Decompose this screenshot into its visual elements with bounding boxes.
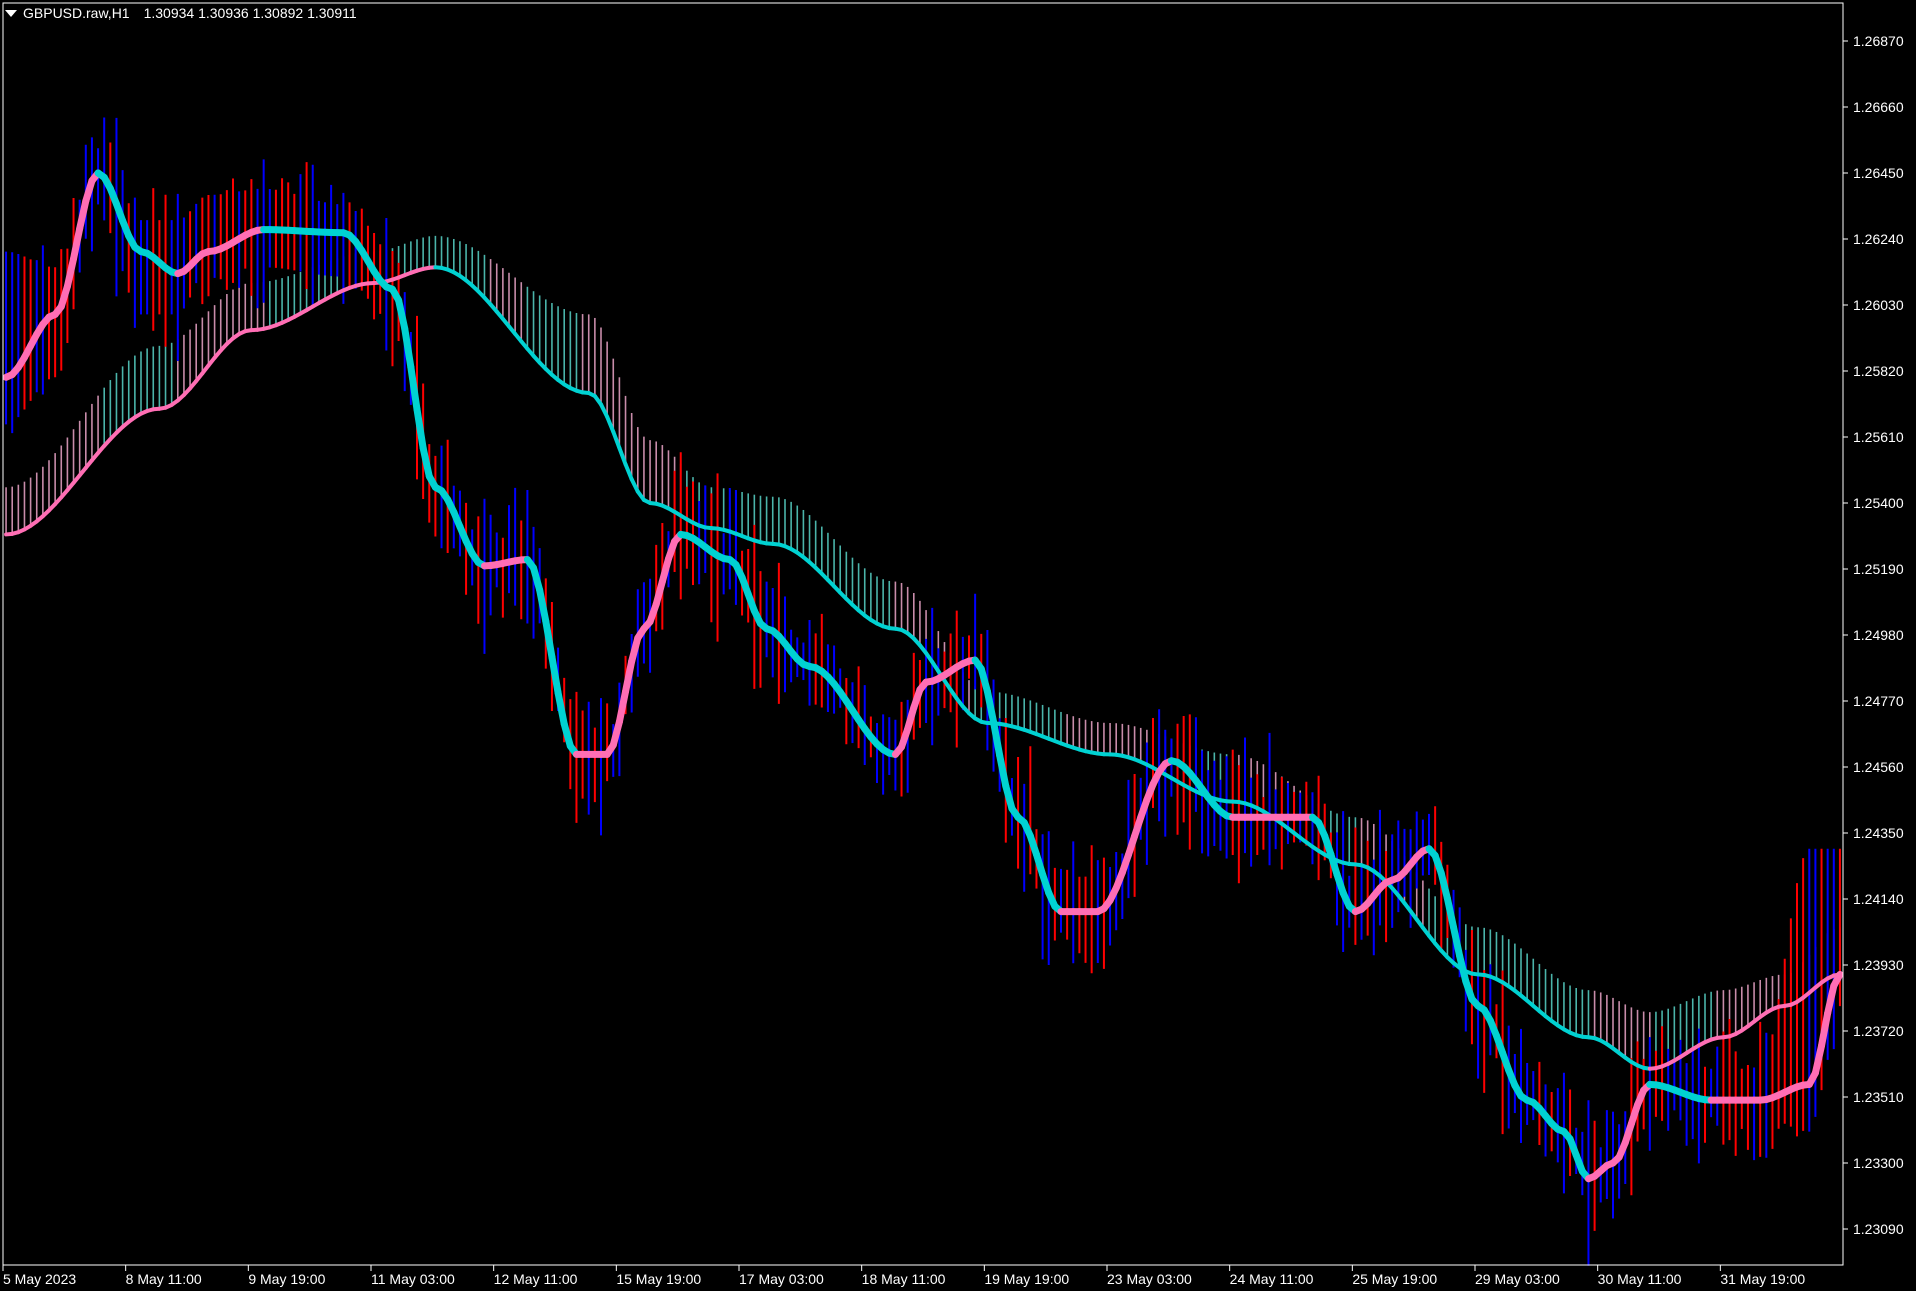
price-tick-label: 1.23090 [1853,1221,1904,1237]
price-tick-label: 1.24980 [1853,627,1904,643]
price-tick-label: 1.24560 [1853,759,1904,775]
slow-ma-segment [599,402,610,419]
ohlc-quotes: 1.30934 1.30936 1.30892 1.30911 [143,5,357,21]
time-tick-label: 9 May 19:00 [248,1271,325,1287]
time-tick-label: 15 May 19:00 [616,1271,701,1287]
time-tick-label: 8 May 11:00 [126,1271,202,1287]
slow-ma-segment [629,477,640,494]
chart-header: GBPUSD.raw,H1 1.30934 1.30936 1.30892 1.… [5,5,357,21]
time-tick-label: 11 May 03:00 [371,1271,455,1287]
price-tick-label: 1.25610 [1853,429,1904,445]
chart-window[interactable]: 1.26870 1.26660 1.26450 1.26240 1.26030 1.258… [0,0,1916,1291]
slow-ma-segment [617,446,628,467]
slow-ma-segment [611,429,622,450]
price-tick-label: 1.24140 [1853,891,1904,907]
plot-border [2,2,1844,1266]
chart-frame [2,2,1844,1266]
price-tick-label: 1.25190 [1853,561,1904,577]
price-tick-label: 1.26240 [1853,231,1904,247]
slow-ma-segment [623,462,634,482]
price-tick-label: 1.26450 [1853,165,1904,181]
price-tick-label: 1.23930 [1853,957,1904,973]
price-chart[interactable]: 1.26870 1.26660 1.26450 1.26240 1.26030 1.258… [0,0,1916,1291]
price-tick-label: 1.25820 [1853,363,1904,379]
price-axis[interactable]: 1.26870 1.26660 1.26450 1.26240 1.26030 1.258… [1843,33,1904,1237]
time-axis[interactable]: 5 May 2023 8 May 11:00 9 May 19:00 11 May 0… [2,1265,1805,1287]
price-tick-label: 1.23720 [1853,1023,1904,1039]
price-tick-label: 1.26660 [1853,99,1904,115]
time-tick-label: 18 May 11:00 [862,1271,946,1287]
time-tick-label: 30 May 11:00 [1598,1271,1682,1287]
price-tick-label: 1.26870 [1853,33,1904,49]
time-tick-label: 24 May 11:00 [1230,1271,1314,1287]
price-tick-label: 1.23300 [1853,1155,1904,1171]
price-tick-label: 1.25400 [1853,495,1904,511]
slow-ma-segment [605,414,616,434]
time-tick-label: 31 May 19:00 [1720,1271,1805,1287]
price-tick-label: 1.26030 [1853,297,1904,313]
candle-layer [5,117,1841,1266]
time-tick-label: 23 May 03:00 [1107,1271,1192,1287]
symbol-label: GBPUSD.raw,H1 [23,5,130,21]
price-tick-label: 1.23510 [1853,1089,1904,1105]
time-tick-label: 29 May 03:00 [1475,1271,1560,1287]
moving-average-layer [2,169,1844,1183]
time-tick-label: 17 May 03:00 [739,1271,824,1287]
price-tick-label: 1.24770 [1853,693,1904,709]
time-tick-label: 25 May 19:00 [1352,1271,1437,1287]
price-tick-label: 1.24350 [1853,825,1904,841]
time-tick-label: 12 May 11:00 [494,1271,578,1287]
time-tick-label: 19 May 19:00 [984,1271,1069,1287]
collapse-triangle-icon[interactable] [5,9,17,17]
time-tick-label: 5 May 2023 [3,1271,76,1287]
